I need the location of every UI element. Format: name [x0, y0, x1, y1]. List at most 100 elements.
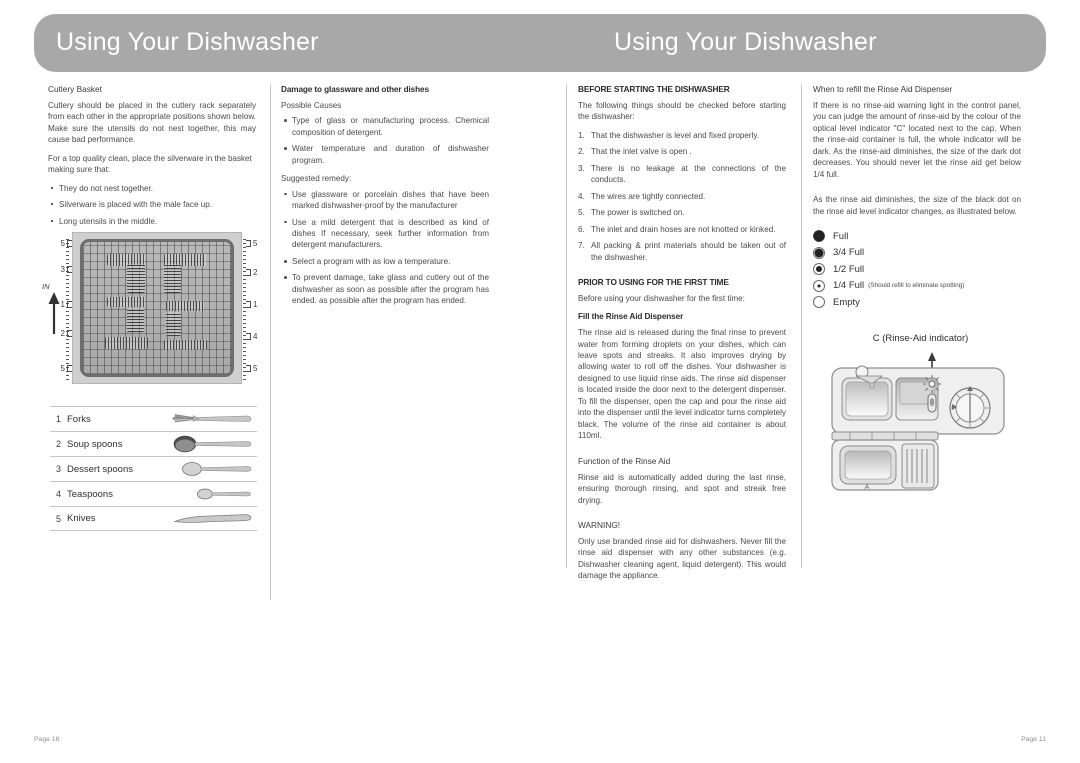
damage-heading: Damage to glassware and other dishes	[281, 85, 429, 94]
level-indicator-dot-quarter	[813, 279, 825, 292]
warning-heading: WARNING!	[578, 520, 621, 531]
list-item: Type of glass or manufacturing process. …	[284, 116, 489, 137]
cutlery-basket-paragraph-2: For a top quality clean, place the silve…	[48, 153, 252, 175]
dispenser-diagram: A	[831, 352, 1005, 491]
level-indicator-dot-three-quarter	[813, 246, 825, 259]
right-tick-scale: 5 2 1 4 5	[246, 234, 270, 382]
tick-label: 4	[253, 332, 258, 341]
legend-label: Soup spoons	[67, 438, 123, 450]
list-item: To prevent damage, take glass and cutler…	[284, 273, 489, 306]
fill-rinse-aid-paragraph: The rinse aid is released during the fin…	[578, 328, 786, 441]
suggested-remedy-subheading: Suggested remedy:	[281, 174, 352, 184]
level-label: Full	[833, 230, 849, 242]
teaspoon-icon	[197, 488, 251, 500]
list-item: The wires are tightly connected.	[578, 191, 706, 203]
level-label: 1/4 Full	[833, 280, 865, 292]
column-refill-rinse-aid: When to refill the Rinse Aid Dispenser I…	[813, 84, 1021, 224]
legend-label: Dessert spoons	[67, 463, 134, 475]
knife-icon	[173, 513, 252, 523]
tick-label: 2	[253, 268, 258, 277]
refill-paragraph-2: As the rinse aid diminishes, the size of…	[813, 195, 1021, 216]
left-page-title: Using Your Dishwasher	[56, 27, 319, 56]
warning-paragraph: Only use branded rinse aid for dishwashe…	[578, 536, 786, 581]
table-row: 3 Dessert spoons	[50, 456, 257, 481]
level-indicator-dot-full	[813, 230, 825, 243]
legend-label: Knives	[67, 513, 96, 524]
legend-number: 2	[55, 439, 61, 449]
list-item: 1/2 Full	[813, 261, 1028, 278]
legend-label: Forks	[67, 413, 91, 425]
list-item: The power is switched on.	[578, 207, 685, 219]
list-item: Select a program with as low a temperatu…	[284, 256, 489, 267]
page-headers: Using Your Dishwasher Using Your Dishwas…	[34, 14, 1046, 72]
column-cutlery-basket: Cutlery Basket Cutlery should be placed …	[48, 84, 256, 234]
legend-number: 5	[55, 513, 61, 524]
legend-label: Teaspoons	[67, 488, 113, 500]
possible-causes-subheading: Possible Causes	[281, 100, 342, 110]
level-label: 1/2 Full	[833, 263, 865, 275]
right-page-title: Using Your Dishwasher	[614, 27, 877, 56]
fill-rinse-aid-heading: Fill the Rinse Aid Dispenser	[578, 312, 684, 322]
tick-label: 2	[60, 329, 65, 338]
basket-grid	[80, 239, 234, 377]
column-damage-glassware: Damage to glassware and other dishes Pos…	[281, 84, 489, 314]
right-page-footer: Page 11	[1021, 736, 1046, 743]
cutlery-basket-heading: Cutlery Basket	[48, 84, 102, 94]
possible-causes-list: Type of glass or manufacturing process. …	[281, 115, 489, 166]
tick-label: 5	[60, 239, 65, 248]
prior-first-time-heading: PRIOR TO USING FOR THE FIRST TIME	[578, 277, 729, 288]
function-rinse-aid-paragraph: Rinse aid is automatically added during …	[578, 472, 786, 505]
list-item: Empty	[813, 294, 1028, 311]
list-item: That the dishwasher is level and fixed p…	[578, 130, 760, 142]
level-indicator-dot-empty	[813, 296, 825, 309]
list-item: That the inlet valve is open .	[578, 146, 692, 158]
table-row: 1 Forks	[50, 406, 257, 431]
list-item: Long utensils in the middle.	[51, 216, 256, 227]
legend-number: 4	[55, 489, 61, 499]
function-rinse-aid-heading: Function of the Rinse Aid	[578, 455, 671, 466]
level-label: 3/4 Full	[833, 247, 865, 259]
left-tick-scale: 5 3 1 2 5	[48, 234, 72, 382]
fork-icon	[172, 414, 252, 423]
prior-first-time-intro: Before using your dishwasher for the fir…	[578, 293, 745, 303]
list-item: There is no leakage at the connections o…	[578, 163, 786, 185]
list-item: 1/4 Full (Should refill to eliminate spo…	[813, 278, 1028, 295]
table-row: 5 Knives	[50, 506, 257, 531]
cutlery-basket-figure: IN 5 3 1 2 5 5 2 1 4 5	[42, 230, 274, 385]
before-starting-heading: BEFORE STARTING THE DISHWASHER	[578, 84, 730, 94]
list-item: All packing & print materials should be …	[578, 240, 786, 262]
legend-number: 3	[55, 464, 61, 474]
table-row: 2 Soup spoons	[50, 431, 257, 456]
legend-number: 1	[55, 414, 61, 424]
svg-text:A: A	[865, 484, 870, 491]
tick-label: 5	[253, 239, 258, 248]
suggested-remedy-list: Use glassware or porcelain dishes that h…	[281, 189, 489, 307]
dessert-spoon-icon	[182, 462, 252, 476]
right-page-header-banner: Using Your Dishwasher	[540, 14, 1046, 72]
tick-label: 5	[253, 364, 258, 373]
tick-label: 3	[60, 265, 65, 274]
list-item: Full	[813, 228, 1028, 245]
tick-label: 1	[60, 300, 65, 309]
page-divider	[566, 84, 567, 568]
cutlery-basket-paragraph-1: Cutlery should be placed in the cutlery …	[48, 100, 256, 145]
left-page-header-banner: Using Your Dishwasher	[34, 14, 540, 72]
rinse-aid-figure-caption: C (Rinse-Aid indicator)	[872, 333, 969, 344]
column-divider-2	[801, 84, 802, 568]
list-item: They do not nest together.	[51, 183, 256, 194]
tick-label: 1	[253, 300, 258, 309]
refill-paragraph-1: If there is no rinse-aid warning light i…	[813, 100, 1021, 179]
table-row: 4 Teaspoons	[50, 481, 257, 506]
before-starting-intro: The following things should be checked b…	[578, 100, 786, 122]
level-note: (Should refill to eliminate spotting)	[868, 282, 965, 290]
basket-photo	[72, 232, 242, 384]
left-page-footer: Page 18	[34, 736, 60, 743]
list-item: Silverware is placed with the male face …	[51, 199, 256, 210]
soup-spoon-icon	[173, 435, 252, 453]
list-item: Use glassware or porcelain dishes that h…	[284, 189, 489, 211]
tick-label: 5	[60, 364, 65, 373]
refill-heading: When to refill the Rinse Aid Dispenser	[813, 84, 953, 94]
level-label: Empty	[833, 296, 860, 308]
rinse-aid-level-legend: Full 3/4 Full 1/2 Full 1/4 Full (Should …	[813, 228, 1028, 311]
level-indicator-dot-half	[813, 263, 825, 276]
